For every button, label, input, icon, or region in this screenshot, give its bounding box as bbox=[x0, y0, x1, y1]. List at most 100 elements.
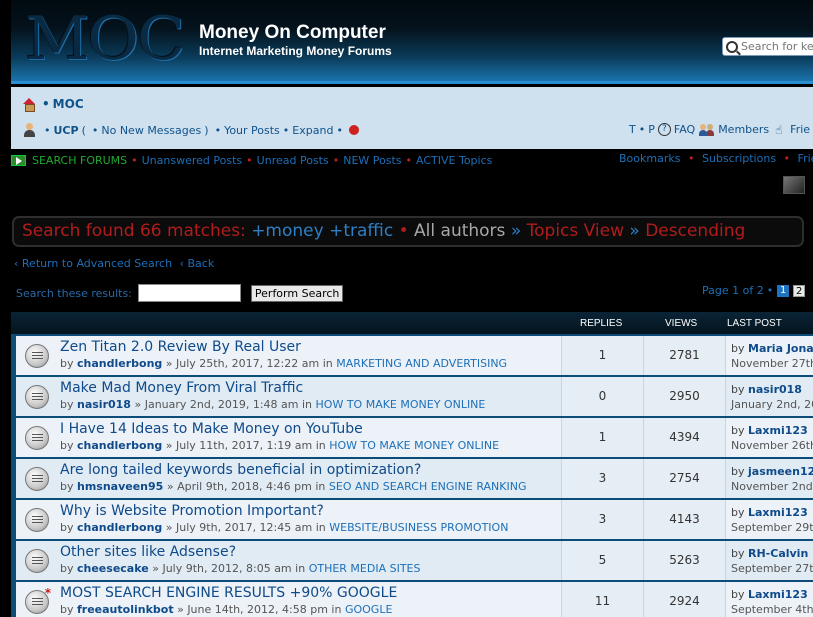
friends-icon: ☝ bbox=[775, 122, 783, 137]
site-header: MOC Money On Computer Internet Marketing… bbox=[11, 0, 813, 84]
topic-title-link[interactable]: Are long tailed keywords beneficial in o… bbox=[60, 462, 421, 478]
topic-replies: 11 bbox=[561, 582, 643, 617]
search-forums-link[interactable]: SEARCH FORUMS bbox=[32, 154, 127, 167]
back-link[interactable]: Back bbox=[187, 257, 214, 270]
topic-forum-link[interactable]: HOW TO MAKE MONEY ONLINE bbox=[316, 398, 486, 411]
topic-last-post: by Laxmi123 November 26th bbox=[725, 418, 813, 457]
topics-link[interactable]: T bbox=[629, 123, 636, 136]
back-links: ‹ Return to Advanced Search ‹ Back bbox=[14, 257, 214, 270]
topic-replies: 1 bbox=[561, 418, 643, 457]
topic-meta: by chandlerbong » July 11th, 2017, 1:19 … bbox=[60, 439, 500, 452]
topic-forum-link[interactable]: WEBSITE/BUSINESS PROMOTION bbox=[329, 521, 508, 534]
expand-link[interactable]: Expand bbox=[292, 124, 333, 137]
search-icon[interactable] bbox=[726, 40, 738, 53]
members-link[interactable]: Members bbox=[718, 123, 769, 136]
topic-replies: 5 bbox=[561, 541, 643, 580]
topic-author-link[interactable]: cheesecake bbox=[77, 562, 149, 575]
header-search-box[interactable] bbox=[722, 37, 813, 56]
topic-author-link[interactable]: chandlerbong bbox=[77, 521, 162, 534]
topic-last-post: by Laxmi123 September 29th bbox=[725, 500, 813, 539]
user-links: • UCP ( • No New Messages ) • Your Posts… bbox=[23, 123, 359, 137]
friends-link[interactable]: Frie bbox=[790, 123, 810, 136]
new-messages-link[interactable]: No New Messages bbox=[101, 124, 201, 137]
topic-title-link[interactable]: Make Mad Money From Viral Traffic bbox=[60, 380, 303, 396]
topic-date: July 25th, 2017, 12:22 am bbox=[176, 357, 320, 370]
topic-forum-link[interactable]: SEO AND SEARCH ENGINE RANKING bbox=[329, 480, 527, 493]
breadcrumb-home-link[interactable]: MOC bbox=[53, 97, 84, 111]
topic-title-link[interactable]: I Have 14 Ideas to Make Money on YouTube bbox=[60, 421, 363, 437]
topic-author-link[interactable]: hmsnaveen95 bbox=[77, 480, 163, 493]
play-icon bbox=[11, 154, 26, 166]
faq-link[interactable]: FAQ bbox=[674, 123, 695, 136]
topic-author-link[interactable]: freeautolinkbot bbox=[77, 603, 174, 616]
unread-posts-link[interactable]: Unread Posts bbox=[257, 154, 329, 167]
topic-forum-link[interactable]: GOOGLE bbox=[345, 603, 392, 616]
friends-quick-link[interactable]: Frie bbox=[798, 152, 813, 165]
topic-forum-link[interactable]: OTHER MEDIA SITES bbox=[309, 562, 421, 575]
topic-rows: Zen Titan 2.0 Review By Real User by cha… bbox=[16, 336, 813, 617]
topic-hot-icon bbox=[25, 586, 51, 614]
last-post-author-link[interactable]: nasir018 bbox=[748, 383, 802, 396]
last-post-author-link[interactable]: Maria Jonas bbox=[748, 342, 813, 355]
table-row: Other sites like Adsense? by cheesecake … bbox=[16, 541, 813, 580]
topic-meta: by chandlerbong » July 25th, 2017, 12:22… bbox=[60, 357, 508, 370]
last-post-author-link[interactable]: Laxmi123 bbox=[748, 588, 808, 601]
ucp-link[interactable]: UCP bbox=[54, 124, 79, 137]
advanced-search-link[interactable]: Return to Advanced Search bbox=[22, 257, 172, 270]
separator-chevron: » bbox=[510, 221, 522, 241]
topic-date: April 9th, 2018, 4:46 pm bbox=[177, 480, 312, 493]
posts-link[interactable]: P bbox=[648, 123, 655, 136]
header-replies: REPLIES bbox=[580, 318, 623, 329]
last-post-date: January 2nd, 20 bbox=[731, 398, 813, 411]
topic-views: 4143 bbox=[643, 500, 725, 539]
unanswered-posts-link[interactable]: Unanswered Posts bbox=[142, 154, 243, 167]
last-post-date: September 29th bbox=[731, 521, 813, 534]
topic-author-link[interactable]: nasir018 bbox=[77, 398, 131, 411]
bookmarks-link[interactable]: Bookmarks bbox=[619, 152, 680, 165]
topic-title-link[interactable]: Other sites like Adsense? bbox=[60, 544, 236, 560]
page-indicator: Page 1 of 2 bbox=[702, 284, 764, 297]
subscriptions-link[interactable]: Subscriptions bbox=[702, 152, 776, 165]
topic-title-link[interactable]: Zen Titan 2.0 Review By Real User bbox=[60, 339, 301, 355]
search-count-text: Search found 66 matches: bbox=[22, 221, 246, 241]
topic-forum-link[interactable]: MARKETING AND ADVERTISING bbox=[336, 357, 507, 370]
last-post-author-link[interactable]: jasmeen12 bbox=[748, 465, 813, 478]
search-results-input[interactable] bbox=[137, 284, 241, 302]
header-views: VIEWS bbox=[665, 318, 698, 329]
topic-read-icon bbox=[25, 344, 49, 368]
topic-title-link[interactable]: MOST SEARCH ENGINE RESULTS +90% GOOGLE bbox=[60, 585, 397, 601]
your-posts-link[interactable]: Your Posts bbox=[224, 124, 280, 137]
separator-dot: • bbox=[398, 221, 409, 241]
search-within-results: Search these results: Perform Search bbox=[16, 284, 344, 302]
active-topics-link[interactable]: ACTIVE Topics bbox=[416, 154, 492, 167]
separator-dot: • bbox=[783, 152, 791, 165]
site-title[interactable]: Money On Computer bbox=[199, 22, 386, 44]
chevron-left-icon: ‹ bbox=[179, 257, 184, 270]
separator-dot: • bbox=[44, 123, 51, 137]
perform-search-button[interactable]: Perform Search bbox=[250, 284, 344, 302]
separator-dot: • bbox=[42, 97, 50, 111]
page-link-2[interactable]: 2 bbox=[793, 284, 806, 297]
topic-forum-link[interactable]: HOW TO MAKE MONEY ONLINE bbox=[329, 439, 499, 452]
topic-last-post: by jasmeen12 November 2nd, bbox=[725, 459, 813, 498]
last-post-author-link[interactable]: Laxmi123 bbox=[748, 424, 808, 437]
last-post-author-link[interactable]: RH-Calvin bbox=[748, 547, 808, 560]
topic-meta: by cheesecake » July 9th, 2012, 8:05 am … bbox=[60, 562, 421, 575]
topic-replies: 3 bbox=[561, 500, 643, 539]
topic-date: June 14th, 2012, 4:58 pm bbox=[187, 603, 328, 616]
header-search-input[interactable] bbox=[741, 40, 813, 53]
members-icon bbox=[699, 123, 715, 136]
topic-author-link[interactable]: chandlerbong bbox=[77, 439, 162, 452]
new-posts-link[interactable]: NEW Posts bbox=[343, 154, 401, 167]
home-icon[interactable] bbox=[23, 98, 36, 112]
topic-title-link[interactable]: Why is Website Promotion Important? bbox=[60, 503, 324, 519]
separator-dot: • bbox=[766, 284, 774, 297]
table-row: Zen Titan 2.0 Review By Real User by cha… bbox=[16, 336, 813, 375]
avatar[interactable] bbox=[783, 176, 805, 194]
breadcrumb: • MOC bbox=[23, 97, 84, 112]
site-logo[interactable]: MOC bbox=[25, 6, 206, 72]
topic-last-post: by Laxmi123 September 4th, bbox=[725, 582, 813, 617]
last-post-author-link[interactable]: Laxmi123 bbox=[748, 506, 808, 519]
topic-author-link[interactable]: chandlerbong bbox=[77, 357, 162, 370]
notification-icon[interactable] bbox=[348, 125, 359, 135]
